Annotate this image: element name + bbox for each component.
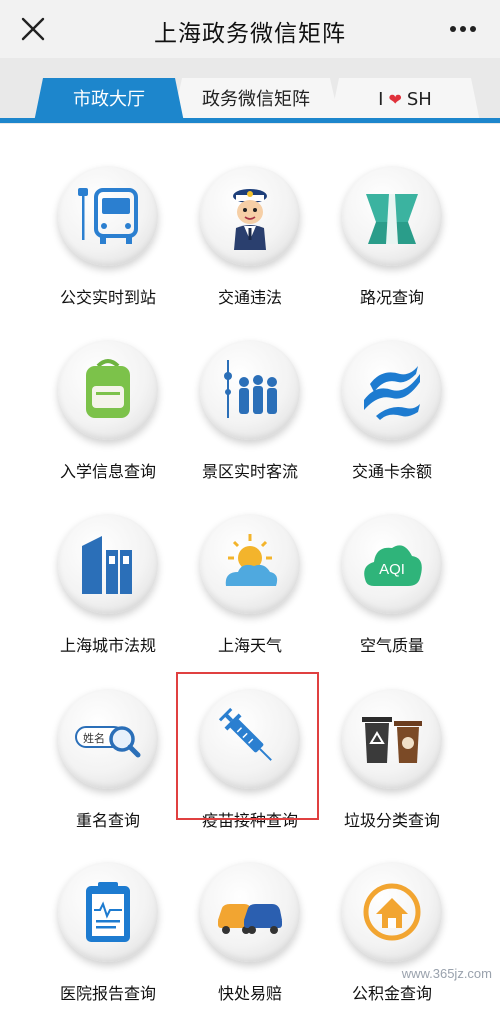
service-label: 上海天气	[217, 636, 282, 655]
watermark: www.365jz.com	[401, 966, 492, 981]
transit-card-icon	[342, 340, 442, 440]
tab-label-suffix: SH	[406, 89, 432, 110]
service-label: 快处易赔	[217, 984, 282, 1003]
more-button[interactable]	[446, 16, 480, 42]
service-quick-claim[interactable]: 快处易赔	[180, 862, 320, 1012]
service-air-quality[interactable]: AQI 空气质量	[322, 514, 462, 664]
service-scenic-crowd[interactable]: 景区实时客流	[180, 340, 320, 490]
service-label: 路况查询	[359, 288, 424, 307]
top-bar: 上海政务微信矩阵	[0, 0, 500, 58]
service-enrollment[interactable]: 入学信息查询	[38, 340, 178, 490]
service-label: 入学信息查询	[59, 462, 156, 481]
service-city-regulations[interactable]: 上海城市法规	[38, 514, 178, 664]
service-weather[interactable]: 上海天气	[180, 514, 320, 664]
service-duplicate-name[interactable]: 姓名 重名查询	[38, 689, 178, 839]
tab-underline	[0, 118, 500, 123]
trash-bins-icon	[342, 689, 442, 789]
service-grid: 公交实时到站 交通违法 路况查询 入学信息查询 景区实时客流 交通卡余额 上海城…	[0, 124, 500, 1003]
service-waste-sorting[interactable]: 垃圾分类查询	[322, 689, 462, 839]
backpack-icon	[58, 340, 158, 440]
vaccine-syringe-icon	[200, 689, 300, 789]
service-label: 上海城市法规	[59, 636, 156, 655]
service-label: 公交实时到站	[59, 288, 156, 307]
tab-gov-wechat-matrix[interactable]: 政务微信矩阵	[172, 78, 340, 122]
name-text: 姓名	[83, 731, 105, 745]
service-label: 交通卡余额	[351, 462, 432, 481]
more-icon	[450, 26, 476, 32]
tab-label: 市政大厅	[73, 89, 145, 110]
service-traffic-violation[interactable]: 交通违法	[180, 166, 320, 316]
housing-fund-icon	[342, 862, 442, 962]
service-bus-arrival[interactable]: 公交实时到站	[38, 166, 178, 316]
service-label: 景区实时客流	[201, 462, 298, 481]
aqi-text: AQI	[379, 561, 405, 578]
service-label: 公积金查询	[351, 984, 432, 1003]
tab-label-prefix: I	[378, 89, 384, 110]
weather-icon	[200, 514, 300, 614]
medical-report-icon	[58, 862, 158, 962]
bus-stop-icon	[58, 166, 158, 266]
aqi-cloud-icon: AQI	[342, 514, 442, 614]
crowd-icon	[200, 340, 300, 440]
service-housing-fund[interactable]: 公积金查询	[322, 862, 462, 1012]
heart-icon: ❤	[388, 90, 402, 109]
service-vaccine[interactable]: 疫苗接种查询	[180, 689, 320, 839]
service-transit-card[interactable]: 交通卡余额	[322, 340, 462, 490]
service-hospital-report[interactable]: 医院报告查询	[38, 862, 178, 1012]
name-search-icon: 姓名	[58, 689, 158, 789]
tab-label: 政务微信矩阵	[202, 89, 310, 110]
traffic-police-icon	[200, 166, 300, 266]
service-label: 重名查询	[75, 811, 140, 830]
law-books-icon	[58, 514, 158, 614]
page-title: 上海政务微信矩阵	[154, 21, 346, 47]
car-accident-icon	[200, 862, 300, 962]
service-label: 疫苗接种查询	[201, 811, 298, 830]
tab-city-hall[interactable]: 市政大厅	[34, 78, 184, 122]
service-label: 垃圾分类查询	[343, 811, 440, 830]
service-label: 交通违法	[217, 288, 282, 307]
tab-i-love-sh[interactable]: I ❤ SH	[330, 78, 480, 122]
road-icon	[342, 166, 442, 266]
service-label: 空气质量	[359, 636, 424, 655]
service-road-condition[interactable]: 路况查询	[322, 166, 462, 316]
tab-bar: 政务微信矩阵 I ❤ SH 市政大厅	[0, 58, 500, 124]
service-label: 医院报告查询	[59, 984, 156, 1003]
